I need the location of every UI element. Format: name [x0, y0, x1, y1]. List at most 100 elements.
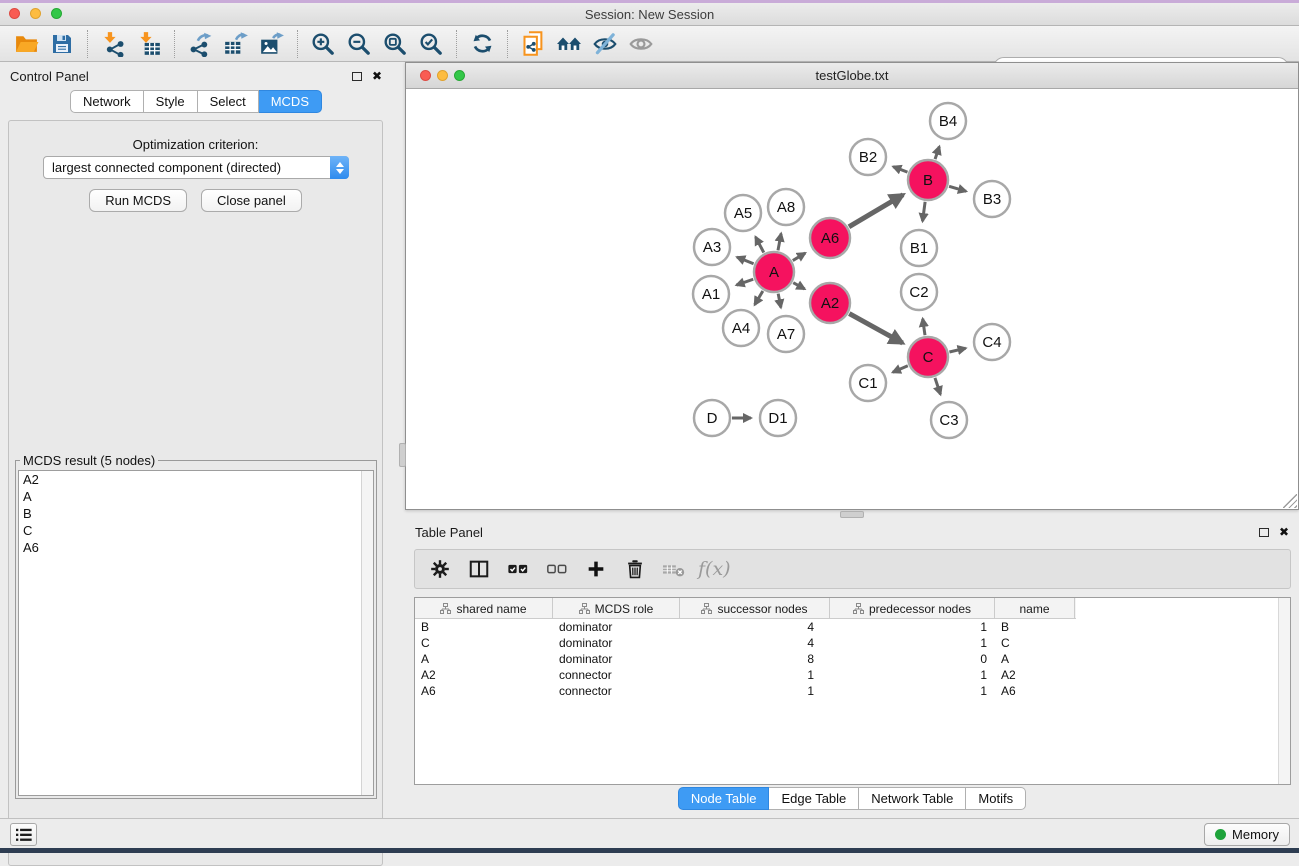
graph-node-A3[interactable]: A3 [694, 229, 730, 265]
graph-node-C[interactable]: C [908, 337, 948, 377]
graph-edge-A6-B[interactable] [849, 195, 903, 227]
show-task-history-button[interactable] [10, 823, 37, 846]
graph-edge-A-A2[interactable] [793, 283, 804, 289]
table-settings-button[interactable] [425, 555, 455, 583]
graph-node-C3[interactable]: C3 [931, 402, 967, 438]
import-network-button[interactable] [95, 29, 131, 59]
table-row[interactable]: Adominator80A [415, 651, 1290, 667]
zoom-fit-button[interactable] [377, 29, 413, 59]
graph-node-A1[interactable]: A1 [693, 276, 729, 312]
select-all-columns-button[interactable] [503, 555, 533, 583]
show-selected-button[interactable] [623, 29, 659, 59]
graph-edge-B-B4[interactable] [935, 147, 939, 160]
graph-edge-A-A6[interactable] [793, 253, 805, 261]
graph-node-A2[interactable]: A2 [810, 283, 850, 323]
table-row[interactable]: A2connector11A2 [415, 667, 1290, 683]
show-columns-button[interactable] [464, 555, 494, 583]
mcds-result-list[interactable]: A2ABCA6 [18, 470, 374, 796]
table-row[interactable]: Cdominator41C [415, 635, 1290, 651]
tab-network-table[interactable]: Network Table [859, 787, 966, 810]
tab-node-table[interactable]: Node Table [678, 787, 770, 810]
node-table[interactable]: shared nameMCDS rolesuccessor nodesprede… [414, 597, 1291, 785]
close-panel-button[interactable]: Close panel [201, 189, 302, 212]
function-builder-button[interactable]: f(x) [698, 555, 731, 583]
zoom-out-button[interactable] [341, 29, 377, 59]
close-panel-icon[interactable]: ✖ [1279, 526, 1289, 538]
delete-columns-button[interactable] [620, 555, 650, 583]
export-network-button[interactable] [182, 29, 218, 59]
graph-node-A[interactable]: A [754, 252, 794, 292]
graph-edge-A-A4[interactable] [755, 291, 763, 305]
table-row[interactable]: Bdominator41B [415, 619, 1290, 635]
tab-network[interactable]: Network [70, 90, 144, 113]
hide-selected-button[interactable] [587, 29, 623, 59]
graph-node-B2[interactable]: B2 [850, 139, 886, 175]
network-window-titlebar[interactable]: testGlobe.txt [406, 63, 1298, 89]
graph-edge-B-B1[interactable] [923, 202, 926, 221]
graph-edge-B-B3[interactable] [949, 186, 966, 191]
vertical-splitter-handle[interactable] [399, 443, 406, 467]
graph-node-D1[interactable]: D1 [760, 400, 796, 436]
list-scrollbar[interactable] [361, 471, 373, 795]
new-network-from-selection-button[interactable] [515, 29, 551, 59]
graph-edge-B-B2[interactable] [893, 167, 907, 172]
memory-button[interactable]: Memory [1204, 823, 1290, 846]
graph-edge-C-C1[interactable] [893, 366, 908, 373]
graph-node-B4[interactable]: B4 [930, 103, 966, 139]
export-image-button[interactable] [254, 29, 290, 59]
list-item[interactable]: A6 [19, 539, 373, 556]
tab-edge-table[interactable]: Edge Table [769, 787, 859, 810]
import-table-button[interactable] [131, 29, 167, 59]
optimization-criterion-select[interactable]: largest connected component (directed) [43, 156, 349, 179]
graph-edge-A-A3[interactable] [737, 257, 754, 264]
graph-node-D[interactable]: D [694, 400, 730, 436]
column-header-name[interactable]: name [995, 598, 1075, 619]
run-mcds-button[interactable]: Run MCDS [89, 189, 187, 212]
horizontal-splitter-handle[interactable] [840, 511, 864, 518]
tab-mcds[interactable]: MCDS [259, 90, 322, 113]
tab-select[interactable]: Select [198, 90, 259, 113]
show-all-networks-button[interactable] [551, 29, 587, 59]
zoom-in-button[interactable] [305, 29, 341, 59]
close-panel-icon[interactable]: ✖ [372, 70, 382, 82]
column-header-mcds-role[interactable]: MCDS role [553, 598, 680, 619]
float-panel-icon[interactable] [1259, 528, 1269, 537]
graph-edge-C-C3[interactable] [935, 378, 941, 395]
column-header-predecessor-nodes[interactable]: predecessor nodes [830, 598, 995, 619]
resize-grip[interactable] [1283, 494, 1297, 508]
graph-node-C1[interactable]: C1 [850, 365, 886, 401]
table-row[interactable]: A6connector11A6 [415, 683, 1290, 699]
unselect-all-columns-button[interactable] [542, 555, 572, 583]
column-header-successor-nodes[interactable]: successor nodes [680, 598, 830, 619]
export-table-button[interactable] [218, 29, 254, 59]
float-panel-icon[interactable] [352, 72, 362, 81]
graph-edge-A2-C[interactable] [849, 314, 902, 343]
list-item[interactable]: A [19, 488, 373, 505]
network-graph[interactable]: AA1A2A3A4A5A6A7A8BB1B2B3B4CC1C2C3C4DD1 [406, 89, 1298, 509]
list-item[interactable]: A2 [19, 471, 373, 488]
table-scrollbar[interactable] [1278, 598, 1290, 784]
graph-node-A5[interactable]: A5 [725, 195, 761, 231]
list-item[interactable]: B [19, 505, 373, 522]
graph-node-C4[interactable]: C4 [974, 324, 1010, 360]
network-canvas[interactable]: AA1A2A3A4A5A6A7A8BB1B2B3B4CC1C2C3C4DD1 [406, 89, 1298, 509]
graph-node-A7[interactable]: A7 [768, 316, 804, 352]
graph-node-A8[interactable]: A8 [768, 189, 804, 225]
graph-edge-A-A5[interactable] [756, 237, 764, 253]
graph-node-A6[interactable]: A6 [810, 218, 850, 258]
save-session-button[interactable] [44, 29, 80, 59]
column-header-shared-name[interactable]: shared name [415, 598, 553, 619]
create-column-button[interactable] [581, 555, 611, 583]
tab-motifs[interactable]: Motifs [966, 787, 1026, 810]
graph-node-B3[interactable]: B3 [974, 181, 1010, 217]
graph-node-A4[interactable]: A4 [723, 310, 759, 346]
graph-edge-C-C4[interactable] [949, 348, 965, 352]
graph-node-B1[interactable]: B1 [901, 230, 937, 266]
zoom-selected-button[interactable] [413, 29, 449, 59]
graph-edge-A-A7[interactable] [778, 294, 781, 308]
graph-edge-A-A1[interactable] [736, 279, 753, 285]
open-session-button[interactable] [8, 29, 44, 59]
refresh-button[interactable] [464, 29, 500, 59]
graph-node-B[interactable]: B [908, 160, 948, 200]
list-item[interactable]: C [19, 522, 373, 539]
